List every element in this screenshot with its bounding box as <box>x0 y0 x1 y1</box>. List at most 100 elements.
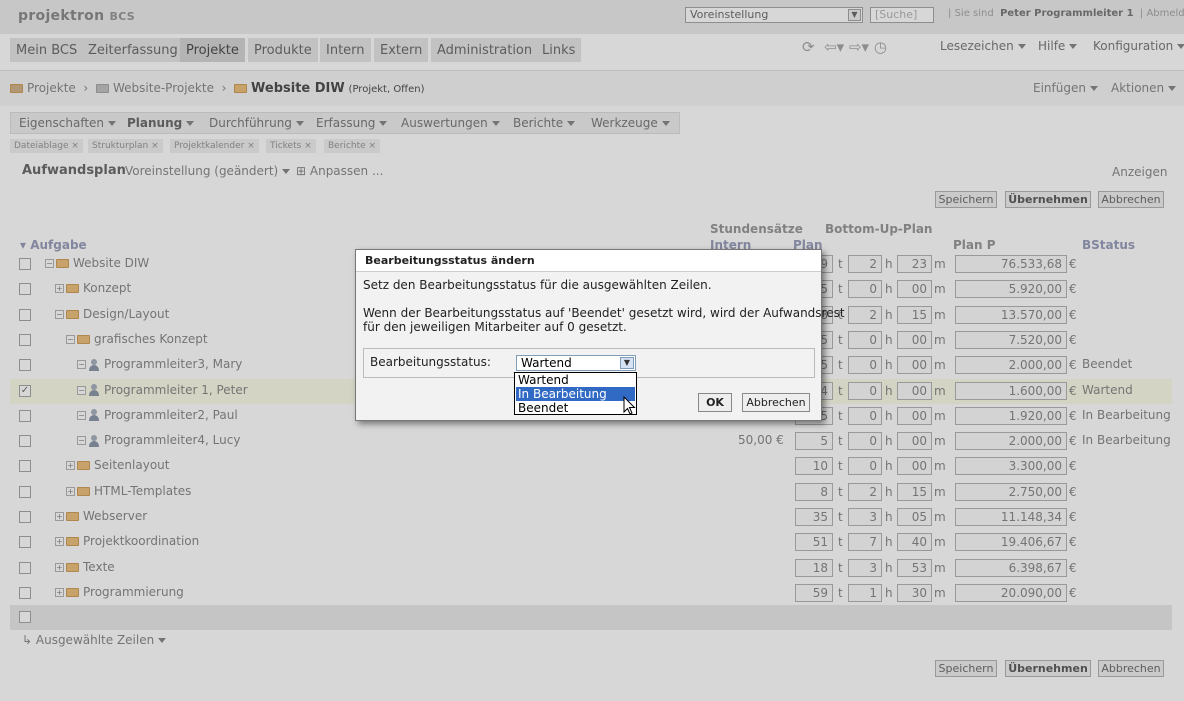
expand-toggle-icon[interactable]: − <box>55 309 64 319</box>
expand-toggle-icon[interactable]: − <box>77 436 86 446</box>
task-name[interactable]: − Design/Layout <box>55 307 169 321</box>
days-field[interactable]: 8 <box>795 482 833 501</box>
hours-field[interactable]: 0 <box>848 381 882 400</box>
table-row[interactable]: + HTML-Templates 8 t 2 h 15 m 2.750,00 € <box>10 480 1172 505</box>
task-name[interactable]: − Programmleiter 1, Peter <box>77 383 248 397</box>
apply-button-top[interactable]: Übernehmen <box>1005 191 1091 208</box>
option-in-bearbeitung[interactable]: In Bearbeitung <box>516 387 635 401</box>
tab-projekte[interactable]: Projekte <box>180 38 246 62</box>
expand-toggle-icon[interactable]: − <box>45 259 54 268</box>
minutes-field[interactable]: 00 <box>897 381 932 400</box>
tab-extern[interactable]: Extern <box>374 38 430 62</box>
plan-p-field[interactable]: 2.000,00 <box>955 432 1067 451</box>
einfuegen-menu[interactable]: Einfügen <box>1033 81 1098 95</box>
hours-field[interactable]: 0 <box>848 406 882 425</box>
task-name[interactable]: + HTML-Templates <box>66 484 191 498</box>
plan-p-field[interactable]: 7.520,00 <box>955 330 1067 349</box>
subnav-berichte[interactable]: Berichte <box>513 116 576 130</box>
subnav-werkzeuge[interactable]: Werkzeuge <box>591 116 670 130</box>
row-checkbox[interactable] <box>19 359 31 372</box>
subnav-erfassung[interactable]: Erfassung <box>316 116 388 130</box>
hours-field[interactable]: 3 <box>848 558 882 577</box>
days-field[interactable]: 59 <box>795 583 833 602</box>
table-row[interactable]: − Programmleiter4, Lucy 50,00 € 5 t 0 h 00 m 2.00… <box>10 429 1172 454</box>
plan-p-field[interactable]: 13.570,00 <box>955 305 1067 324</box>
subnav-eigenschaften[interactable]: Eigenschaften <box>19 116 117 130</box>
minutes-field[interactable]: 05 <box>897 508 932 526</box>
tab-links[interactable]: Links <box>536 38 583 62</box>
expand-toggle-icon[interactable]: + <box>55 284 64 294</box>
expand-toggle-icon[interactable]: − <box>77 360 86 370</box>
row-checkbox[interactable] <box>19 460 31 473</box>
minutes-field[interactable]: 00 <box>897 432 932 451</box>
task-name[interactable]: − Programmleiter3, Mary <box>77 357 242 371</box>
minutes-field[interactable]: 23 <box>897 255 932 273</box>
minutes-field[interactable]: 00 <box>897 356 932 375</box>
tab-zeiterfassung[interactable]: Zeiterfassung <box>82 38 185 62</box>
task-name[interactable]: + Projektkoordination <box>55 534 199 548</box>
hours-field[interactable]: 0 <box>848 330 882 349</box>
row-checkbox[interactable] <box>19 561 31 574</box>
breadcrumb-projekte[interactable]: Projekte › <box>10 81 88 95</box>
cancel-button-bottom[interactable]: Abbrechen <box>1098 660 1164 677</box>
row-checkbox[interactable] <box>19 283 31 296</box>
days-field[interactable]: 35 <box>795 508 833 526</box>
row-checkbox[interactable] <box>19 409 31 422</box>
minutes-field[interactable]: 30 <box>897 583 932 602</box>
subtab-strukturplan[interactable]: Strukturplan × <box>88 139 163 153</box>
selected-rows-menu[interactable]: ↳ Ausgewählte Zeilen <box>22 633 167 647</box>
hours-field[interactable]: 3 <box>848 508 882 526</box>
aktionen-menu[interactable]: Aktionen <box>1111 81 1177 95</box>
subtab-dateiablage[interactable]: Dateiablage × <box>10 139 83 153</box>
ok-button[interactable]: OK <box>698 393 732 412</box>
search-input[interactable]: [Suche] <box>870 7 934 23</box>
preset-dropdown[interactable]: Voreinstellung (geändert) <box>125 164 291 178</box>
row-checkbox[interactable] <box>19 485 31 498</box>
table-row[interactable]: + Seitenlayout 10 t 0 h 00 m 3.300,00 € <box>10 454 1172 479</box>
table-row[interactable]: + Projektkoordination 51 t 7 h 40 m 19.406,67 € <box>10 530 1172 555</box>
table-row[interactable]: + Texte 18 t 3 h 53 m 6.398,67 € <box>10 556 1172 581</box>
plan-p-field[interactable]: 2.000,00 <box>955 356 1067 375</box>
minutes-field[interactable]: 53 <box>897 558 932 577</box>
task-name[interactable]: − Programmleiter4, Lucy <box>77 433 240 447</box>
expand-toggle-icon[interactable]: − <box>77 385 86 395</box>
plan-p-field[interactable]: 2.750,00 <box>955 482 1067 501</box>
menu-hilfe[interactable]: Hilfe <box>1038 39 1078 53</box>
row-checkbox[interactable] <box>19 511 31 523</box>
subnav-auswertungen[interactable]: Auswertungen <box>401 116 500 130</box>
tab-produkte[interactable]: Produkte <box>248 38 319 62</box>
breadcrumb-website-projekte[interactable]: Website-Projekte › <box>96 81 226 95</box>
minutes-field[interactable]: 15 <box>897 482 932 501</box>
customize-link[interactable]: ⊞ Anpassen ... <box>296 164 383 178</box>
save-button-bottom[interactable]: Speichern <box>935 660 997 677</box>
task-name[interactable]: − grafisches Konzept <box>66 332 208 346</box>
hours-field[interactable]: 7 <box>848 533 882 552</box>
hours-field[interactable]: 0 <box>848 457 882 476</box>
task-name[interactable]: + Webserver <box>55 509 147 523</box>
row-checkbox[interactable] <box>19 435 31 448</box>
col-bstatus[interactable]: BStatus <box>1082 238 1135 252</box>
task-name[interactable]: + Texte <box>55 560 115 574</box>
task-name[interactable]: + Seitenlayout <box>66 458 169 472</box>
expand-toggle-icon[interactable]: + <box>55 587 64 597</box>
hours-field[interactable]: 2 <box>848 255 882 273</box>
expand-toggle-icon[interactable]: − <box>77 410 86 420</box>
tab-mein-bcs[interactable]: Mein BCS <box>10 38 85 62</box>
plan-p-field[interactable]: 3.300,00 <box>955 457 1067 476</box>
plan-p-field[interactable]: 1.920,00 <box>955 406 1067 425</box>
hours-field[interactable]: 0 <box>848 356 882 375</box>
days-field[interactable]: 18 <box>795 558 833 577</box>
table-row[interactable]: + Programmierung 59 t 1 h 30 m 20.090,00 € <box>10 581 1172 606</box>
row-checkbox[interactable] <box>19 611 31 623</box>
subtab-tickets[interactable]: Tickets × <box>266 139 316 153</box>
row-checkbox[interactable]: ✓ <box>19 384 31 397</box>
tab-intern[interactable]: Intern <box>320 38 372 62</box>
task-name[interactable]: − Website DIW <box>45 256 149 270</box>
col-plan-p[interactable]: Plan P <box>953 238 996 252</box>
task-name[interactable]: − Programmleiter2, Paul <box>77 408 238 422</box>
hours-field[interactable]: 0 <box>848 432 882 451</box>
plan-p-field[interactable]: 19.406,67 <box>955 533 1067 552</box>
task-name[interactable]: + Konzept <box>55 281 131 295</box>
subnav-planung[interactable]: Planung <box>127 116 195 130</box>
minutes-field[interactable]: 15 <box>897 305 932 324</box>
